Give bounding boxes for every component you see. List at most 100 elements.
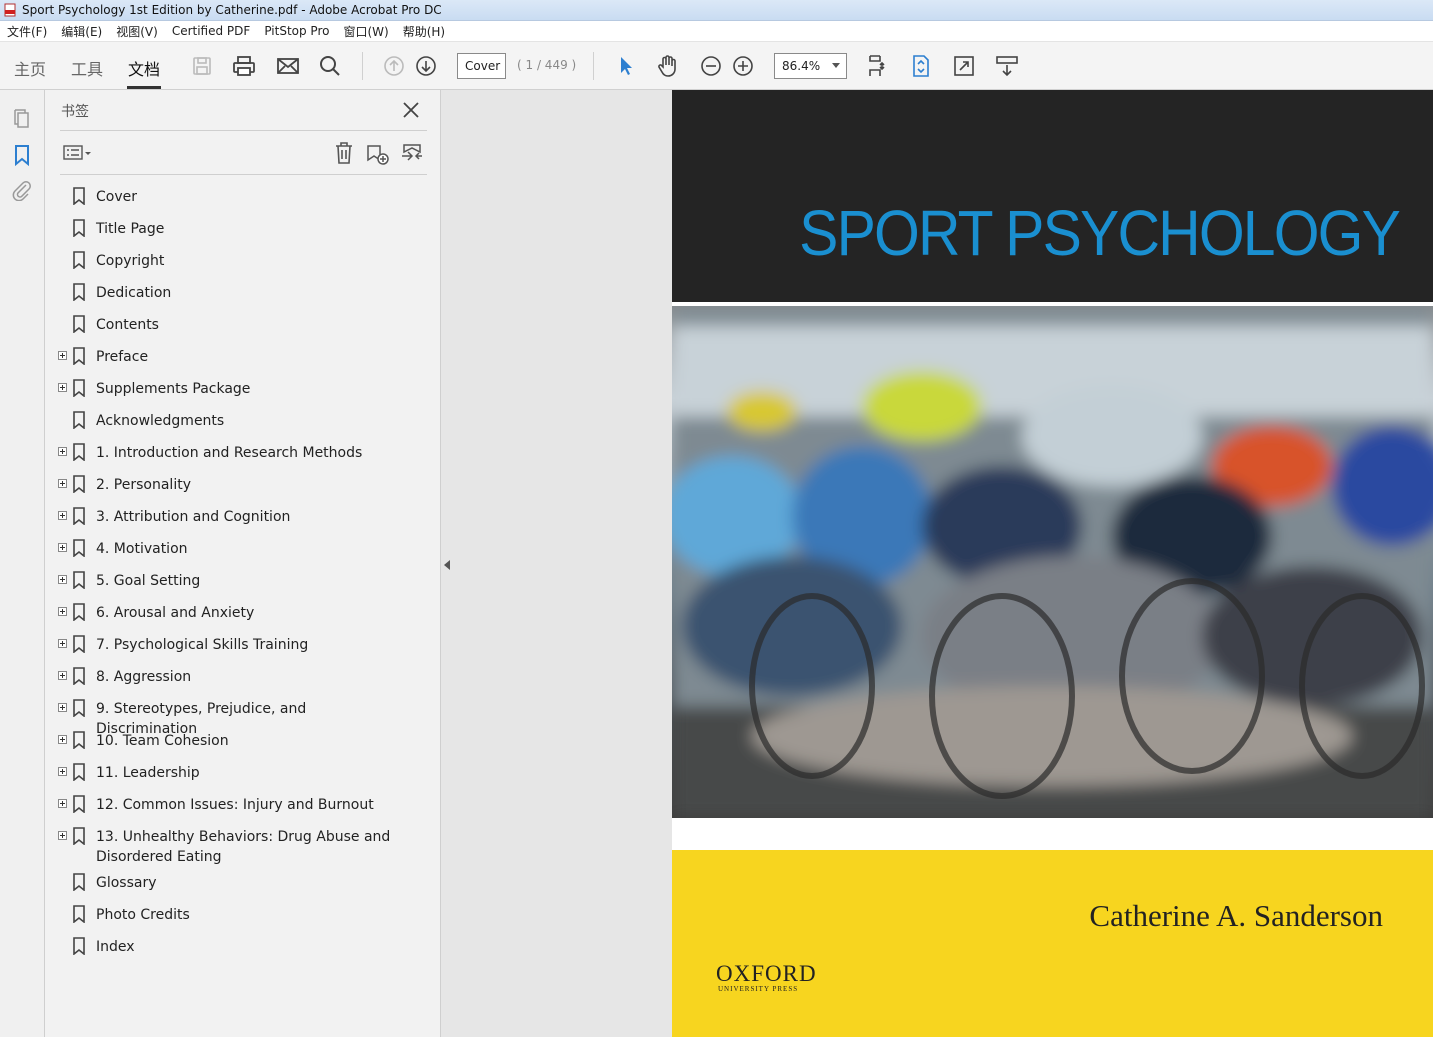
bookmark-label: 4. Motivation (96, 541, 188, 557)
previous-page-icon[interactable] (380, 52, 408, 80)
expand-plus-icon[interactable] (58, 479, 67, 488)
bookmark-item[interactable]: Index (45, 936, 441, 968)
bookmark-icon (72, 539, 86, 558)
panel-divider (60, 130, 427, 131)
bookmark-label: 8. Aggression (96, 669, 192, 685)
expand-plus-icon[interactable] (58, 703, 67, 712)
cover-author-band (672, 850, 1433, 1037)
collapse-panel-arrow-icon[interactable] (444, 560, 450, 570)
fit-page-icon[interactable] (907, 52, 935, 80)
bookmark-item[interactable]: 10. Team Cohesion (45, 730, 441, 762)
print-icon[interactable] (230, 52, 258, 80)
main-toolbar: 主页 工具 文档 Cover ( 1 / 449 ) 86.4% (0, 42, 1433, 90)
save-icon[interactable] (188, 52, 216, 80)
bookmark-item[interactable]: 8. Aggression (45, 666, 441, 698)
page-thumbnails-icon[interactable] (10, 106, 34, 130)
bookmark-icon (72, 347, 86, 366)
expand-plus-icon[interactable] (58, 351, 67, 360)
bookmarks-panel: 书签 Cover Title Page Copyright Dedication Con… (45, 90, 441, 1037)
expand-plus-icon[interactable] (58, 607, 67, 616)
bookmark-icon (72, 571, 86, 590)
expand-plus-icon[interactable] (58, 511, 67, 520)
bookmark-item[interactable]: Copyright (45, 250, 441, 282)
menu-edit[interactable]: 编辑(E) (54, 23, 109, 40)
menu-bar: 文件(F) 编辑(E) 视图(V) Certified PDF PitStop … (0, 21, 1433, 42)
expand-plus-icon[interactable] (58, 543, 67, 552)
tab-tools[interactable]: 工具 (71, 56, 103, 80)
bookmark-options-icon[interactable] (61, 140, 95, 166)
bookmark-label: 12. Common Issues: Injury and Burnout (96, 797, 374, 813)
bookmark-item[interactable]: 4. Motivation (45, 538, 441, 570)
expand-plus-icon[interactable] (58, 735, 67, 744)
bookmark-icon (72, 283, 86, 302)
bookmark-item[interactable]: 1. Introduction and Research Methods (45, 442, 441, 474)
bookmark-item[interactable]: Contents (45, 314, 441, 346)
bookmark-item[interactable]: Acknowledgments (45, 410, 441, 442)
bookmark-item[interactable]: Photo Credits (45, 904, 441, 936)
bookmark-item[interactable]: 11. Leadership (45, 762, 441, 794)
attachments-icon[interactable] (10, 178, 34, 202)
menu-view[interactable]: 视图(V) (109, 23, 165, 40)
bookmark-label: 6. Arousal and Anxiety (96, 605, 255, 621)
bookmark-label: Supplements Package (96, 381, 251, 397)
expand-plus-icon[interactable] (58, 575, 67, 584)
title-bar: Sport Psychology 1st Edition by Catherin… (0, 0, 1433, 21)
bookmark-label: 1. Introduction and Research Methods (96, 445, 363, 461)
bookmark-item[interactable]: 3. Attribution and Cognition (45, 506, 441, 538)
new-bookmark-icon[interactable] (365, 140, 391, 166)
read-mode-icon[interactable] (993, 52, 1021, 80)
zoom-out-icon[interactable] (697, 52, 725, 80)
expand-plus-icon[interactable] (58, 383, 67, 392)
email-icon[interactable] (274, 52, 302, 80)
menu-certified-pdf[interactable]: Certified PDF (165, 24, 258, 38)
bookmark-icon (72, 507, 86, 526)
expand-plus-icon[interactable] (58, 799, 67, 808)
zoom-in-icon[interactable] (729, 52, 757, 80)
search-icon[interactable] (316, 52, 344, 80)
menu-help[interactable]: 帮助(H) (396, 23, 452, 40)
document-gutter (441, 90, 672, 1037)
page-number-input[interactable]: Cover (457, 53, 506, 79)
full-screen-icon[interactable] (950, 52, 978, 80)
bookmark-label: 11. Leadership (96, 765, 200, 781)
menu-pitstop-pro[interactable]: PitStop Pro (257, 24, 336, 38)
menu-file[interactable]: 文件(F) (0, 23, 54, 40)
document-page: SPORT PSYCHOLOGY Catherine A. Sanderson … (672, 90, 1433, 1037)
select-cursor-icon[interactable] (612, 52, 640, 80)
expand-plus-icon[interactable] (58, 671, 67, 680)
expand-plus-icon[interactable] (58, 767, 67, 776)
tab-document[interactable]: 文档 (128, 56, 160, 80)
bookmark-label: Contents (96, 317, 159, 333)
bookmark-item[interactable]: Title Page (45, 218, 441, 250)
bookmark-icon (72, 315, 86, 334)
tab-home[interactable]: 主页 (14, 56, 46, 80)
bookmark-item[interactable]: 13. Unhealthy Behaviors: Drug Abuse and … (45, 826, 441, 872)
close-icon[interactable] (399, 98, 423, 122)
bookmark-label: Cover (96, 189, 137, 205)
bookmark-item[interactable]: Supplements Package (45, 378, 441, 410)
bookmark-item[interactable]: 12. Common Issues: Injury and Burnout (45, 794, 441, 826)
cover-title: SPORT PSYCHOLOGY (799, 197, 1401, 269)
delete-icon[interactable] (331, 140, 357, 166)
expand-plus-icon[interactable] (58, 831, 67, 840)
expand-plus-icon[interactable] (58, 447, 67, 456)
bookmark-icon (72, 795, 86, 814)
bookmark-item[interactable]: 5. Goal Setting (45, 570, 441, 602)
next-page-icon[interactable] (412, 52, 440, 80)
hand-tool-icon[interactable] (654, 52, 682, 80)
window-title: Sport Psychology 1st Edition by Catherin… (22, 3, 442, 17)
bookmark-item[interactable]: Preface (45, 346, 441, 378)
scroll-mode-icon[interactable] (864, 52, 892, 80)
bookmark-item[interactable]: 2. Personality (45, 474, 441, 506)
expand-plus-icon[interactable] (58, 639, 67, 648)
bookmark-item[interactable]: Cover (45, 186, 441, 218)
bookmark-item[interactable]: 6. Arousal and Anxiety (45, 602, 441, 634)
bookmarks-icon[interactable] (10, 143, 34, 167)
zoom-level-select[interactable]: 86.4% (774, 53, 847, 79)
menu-window[interactable]: 窗口(W) (336, 23, 395, 40)
expand-bookmark-icon[interactable] (399, 140, 425, 166)
bookmark-item[interactable]: Dedication (45, 282, 441, 314)
bookmark-item[interactable]: 9. Stereotypes, Prejudice, and Discrimin… (45, 698, 441, 737)
bookmark-item[interactable]: 7. Psychological Skills Training (45, 634, 441, 666)
bookmark-item[interactable]: Glossary (45, 872, 441, 904)
